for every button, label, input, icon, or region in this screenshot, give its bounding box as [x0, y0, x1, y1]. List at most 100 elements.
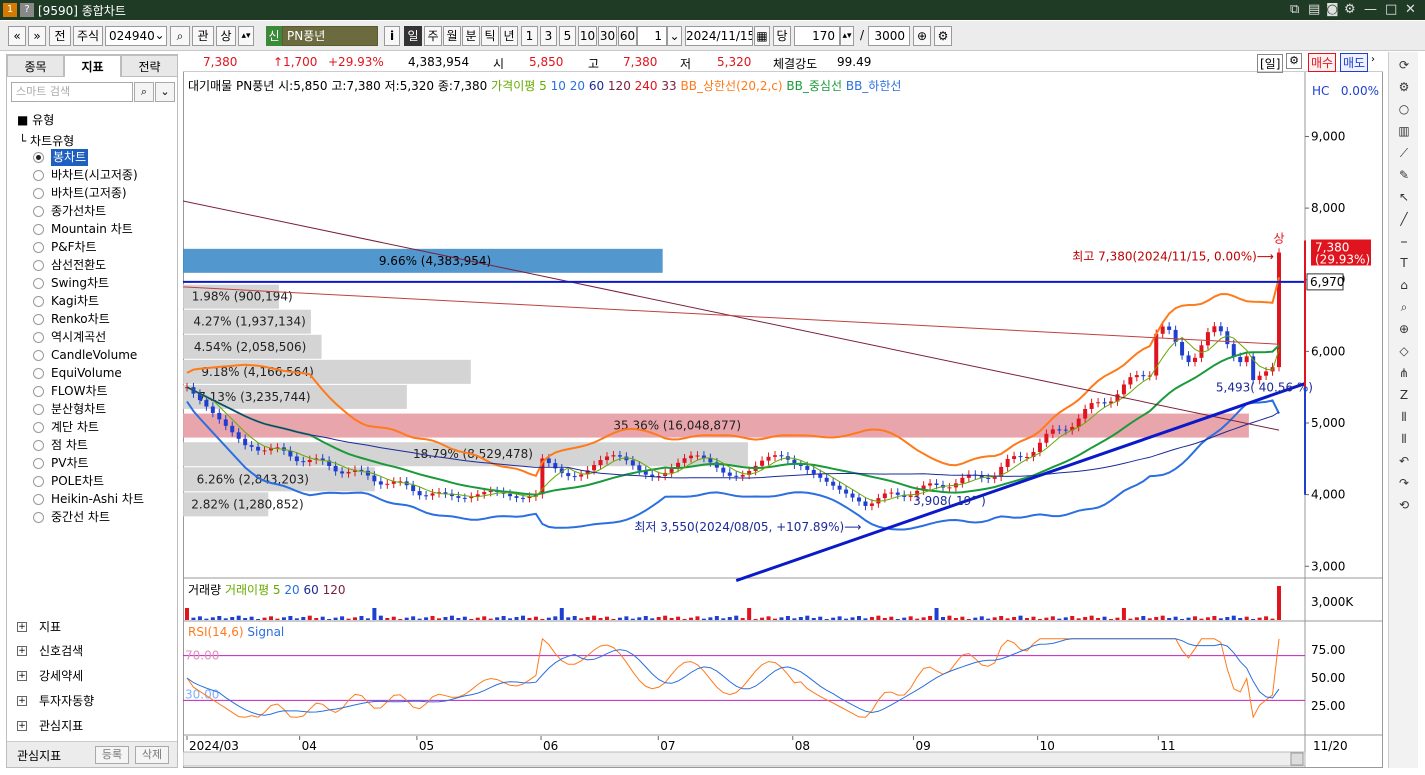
section-type[interactable]: ■ 유형: [17, 111, 54, 128]
gear-icon[interactable]: ⚙: [1344, 2, 1356, 17]
chart-type-option[interactable]: POLE차트: [33, 473, 173, 490]
chart-canvas[interactable]: 9.66% (4,383,954)1.98% (900,194)4.27% (1…: [183, 72, 1383, 768]
text-icon[interactable]: T: [1394, 254, 1414, 272]
trend-line-icon[interactable]: ╱: [1394, 210, 1414, 228]
chart-type-option[interactable]: 바차트(고저종): [33, 185, 173, 202]
subsection-chart-type[interactable]: └ 차트유형: [19, 132, 74, 149]
chart-type-option[interactable]: 봉차트: [33, 149, 173, 166]
folder-favorite-indicators[interactable]: + 관심지표: [17, 716, 177, 736]
radio-icon[interactable]: [33, 494, 44, 505]
chart-type-option[interactable]: EquiVolume: [33, 365, 173, 382]
tab-stocks[interactable]: 종목: [7, 55, 64, 77]
market-type-button[interactable]: 주식: [73, 26, 103, 46]
radio-icon[interactable]: [33, 296, 44, 307]
folder-investor-trend[interactable]: + 투자자동향: [17, 691, 177, 711]
buy-button[interactable]: 매수: [1308, 53, 1337, 72]
radio-icon[interactable]: [33, 224, 44, 235]
radio-icon[interactable]: [33, 170, 44, 181]
stock-name-field[interactable]: PN풍년: [282, 26, 378, 46]
prev-stock-button[interactable]: «: [8, 26, 26, 46]
pointer-icon[interactable]: ↖: [1394, 188, 1414, 206]
radio-icon[interactable]: [33, 512, 44, 523]
radio-icon[interactable]: [33, 188, 44, 199]
chart-type-option[interactable]: Heikin-Ashi 차트: [33, 491, 173, 508]
search-icon[interactable]: ⌕: [134, 82, 154, 102]
radio-icon[interactable]: [33, 440, 44, 451]
interval-30-button[interactable]: 30: [598, 26, 617, 46]
radio-icon[interactable]: [33, 386, 44, 397]
chart-type-option[interactable]: Swing차트: [33, 275, 173, 292]
maximize-icon[interactable]: □: [1385, 2, 1397, 17]
folder-strength[interactable]: + 강세약세: [17, 666, 177, 686]
line-tool-icon[interactable]: ⟋: [1394, 144, 1414, 162]
vertical-lines-icon[interactable]: ⦀: [1394, 408, 1414, 426]
chart-type-option[interactable]: 역시계곡선: [33, 329, 173, 346]
zoom-in-icon[interactable]: ⊕: [913, 26, 931, 46]
radio-icon[interactable]: [33, 350, 44, 361]
chevron-down-icon[interactable]: ⌄: [152, 26, 167, 46]
sell-button[interactable]: 매도: [1340, 53, 1369, 72]
chart-type-option[interactable]: Mountain 차트: [33, 221, 173, 238]
spin-icon[interactable]: ▴▾: [238, 26, 254, 46]
chevron-right-icon[interactable]: ›: [1371, 54, 1375, 65]
interval-input[interactable]: 1: [637, 26, 667, 46]
chart-type-option[interactable]: 중간선 차트: [33, 509, 173, 526]
radio-icon[interactable]: [33, 368, 44, 379]
count-input[interactable]: 170: [794, 26, 840, 46]
all-button[interactable]: 전: [49, 26, 71, 46]
chart-type-option[interactable]: Kagi차트: [33, 293, 173, 310]
period-month-button[interactable]: 월: [443, 26, 461, 46]
search-plus-icon[interactable]: ⊕: [1394, 320, 1414, 338]
chart-type-option[interactable]: Renko차트: [33, 311, 173, 328]
interval-5-button[interactable]: 5: [559, 26, 576, 46]
camera-icon[interactable]: ◙: [1326, 2, 1339, 17]
chart-type-option[interactable]: 바차트(시고저종): [33, 167, 173, 184]
radio-icon[interactable]: [33, 260, 44, 271]
columns-icon[interactable]: ⦀: [1394, 430, 1414, 448]
total-input[interactable]: 3000: [868, 26, 910, 46]
redo-icon[interactable]: ↷: [1394, 474, 1414, 492]
radio-icon[interactable]: [33, 206, 44, 217]
chevron-down-icon[interactable]: ⌄: [155, 82, 175, 102]
horizontal-line-icon[interactable]: ⎯: [1394, 232, 1414, 250]
chart-type-option[interactable]: 종가선차트: [33, 203, 173, 220]
refresh-icon[interactable]: ⟳: [1394, 56, 1414, 74]
spin-icon[interactable]: ▴▾: [840, 26, 854, 46]
interval-1-button[interactable]: 1: [521, 26, 538, 46]
dropdown-icon[interactable]: »: [28, 26, 46, 46]
folder-indicators[interactable]: + 지표: [17, 617, 177, 637]
period-week-button[interactable]: 주: [424, 26, 442, 46]
interval-3-button[interactable]: 3: [540, 26, 557, 46]
date-input[interactable]: 2024/11/15: [685, 26, 753, 46]
chart-type-option[interactable]: 점 차트: [33, 437, 173, 454]
radio-icon[interactable]: [33, 314, 44, 325]
close-icon[interactable]: ✕: [1405, 2, 1416, 17]
chart-type-option[interactable]: CandleVolume: [33, 347, 173, 364]
radio-icon[interactable]: [33, 152, 44, 163]
fibonacci-icon[interactable]: ⋔: [1394, 364, 1414, 382]
delete-button[interactable]: 삭제: [135, 746, 169, 764]
calendar-icon[interactable]: ▦: [754, 26, 770, 46]
chart-type-option[interactable]: P&F차트: [33, 239, 173, 256]
undo-icon[interactable]: ↶: [1394, 452, 1414, 470]
radio-icon[interactable]: [33, 476, 44, 487]
lock-icon[interactable]: ⌂: [1394, 276, 1414, 294]
chevron-down-icon[interactable]: ⌄: [667, 26, 682, 46]
settings-icon[interactable]: ⚙: [1286, 53, 1302, 69]
current-button[interactable]: 당: [773, 26, 791, 46]
chart-type-option[interactable]: PV차트: [33, 455, 173, 472]
link-icon[interactable]: ⧉: [1290, 2, 1299, 17]
info-button[interactable]: i: [384, 26, 400, 46]
chart-type-option[interactable]: 계단 차트: [33, 419, 173, 436]
search-icon[interactable]: ⌕: [170, 26, 190, 46]
zoom-icon[interactable]: ⌕: [1394, 298, 1414, 316]
pen-icon[interactable]: ✎: [1394, 166, 1414, 184]
tab-strategy[interactable]: 전략: [121, 55, 178, 77]
period-year-button[interactable]: 년: [500, 26, 518, 46]
up-button[interactable]: 상: [216, 26, 236, 46]
help-icon[interactable]: ?: [20, 3, 34, 17]
chart-type-option[interactable]: FLOW차트: [33, 383, 173, 400]
radio-icon[interactable]: [33, 404, 44, 415]
period-minute-button[interactable]: 분: [462, 26, 480, 46]
chart-type-option[interactable]: 분산형차트: [33, 401, 173, 418]
